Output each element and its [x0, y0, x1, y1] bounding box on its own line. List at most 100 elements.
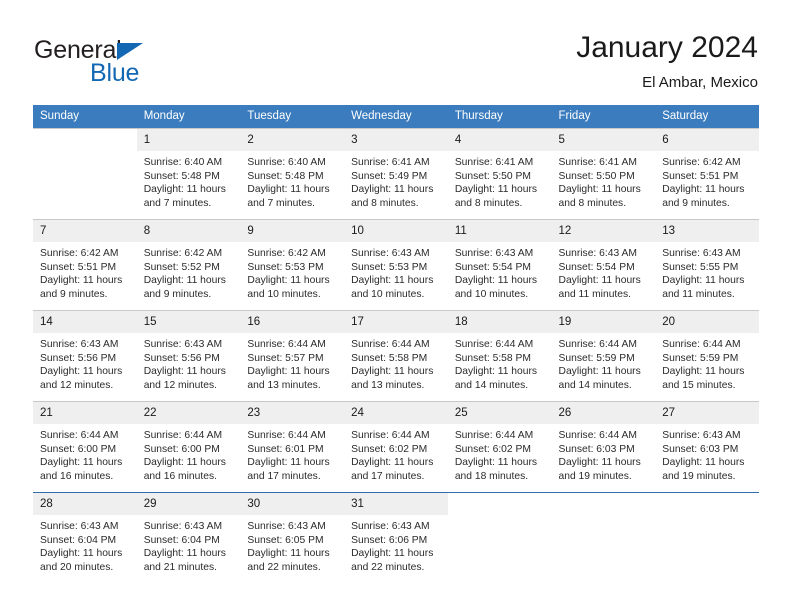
daylight-text-line1: Daylight: 11 hours	[662, 184, 745, 196]
sunrise-text: Sunrise: 6:43 AM	[351, 248, 430, 259]
sunset-text: Sunset: 5:50 PM	[454, 170, 531, 182]
day-number: 19	[551, 311, 656, 333]
day-number: 31	[344, 493, 448, 515]
calendar-day-cell[interactable]: 11 Sunrise: 6:43 AM Sunset: 5:54 PM Dayligh…	[447, 219, 552, 311]
sunset-text: Sunset: 6:02 PM	[454, 443, 531, 455]
sunrise-text: Sunrise: 6:42 AM	[40, 248, 119, 259]
calendar-day-cell[interactable]: 13 Sunrise: 6:43 AM Sunset: 5:55 PM Dayligh…	[655, 219, 759, 311]
general-blue-logo[interactable]: General Blue	[34, 36, 254, 92]
calendar-day-cell[interactable]: 9 Sunrise: 6:42 AM Sunset: 5:53 PM Daylight…	[240, 219, 345, 311]
sunrise-text: Sunrise: 6:44 AM	[247, 430, 326, 441]
sunrise-text: Sunrise: 6:44 AM	[558, 430, 637, 441]
day-number: 22	[136, 402, 241, 424]
daylight-text-line2: and 10 minutes.	[247, 288, 321, 300]
daylight-text-line1: Daylight: 11 hours	[143, 457, 226, 469]
calendar-day-cell[interactable]: 3 Sunrise: 6:41 AM Sunset: 5:49 PM Daylight…	[344, 128, 448, 220]
calendar-day-cell[interactable]: 18 Sunrise: 6:44 AM Sunset: 5:58 PM Dayligh…	[447, 310, 552, 402]
sunset-text: Sunset: 5:51 PM	[40, 261, 117, 273]
sunset-text: Sunset: 5:55 PM	[662, 261, 739, 273]
sunrise-text: Sunrise: 6:44 AM	[351, 430, 430, 441]
sunrise-text: Sunrise: 6:43 AM	[662, 430, 741, 441]
daylight-text-line2: and 16 minutes.	[40, 470, 114, 482]
daylight-text-line2: and 9 minutes.	[143, 288, 212, 300]
daylight-text-line2: and 10 minutes.	[454, 288, 529, 300]
calendar-day-cell[interactable]: 26 Sunrise: 6:44 AM Sunset: 6:03 PM Dayligh…	[551, 401, 656, 493]
daylight-text-line2: and 17 minutes.	[351, 470, 425, 482]
calendar-body: 1 Sunrise: 6:40 AM Sunset: 5:48 PM Daylight…	[33, 128, 759, 582]
calendar-day-cell[interactable]: 30 Sunrise: 6:43 AM Sunset: 6:05 PM Dayligh…	[240, 492, 345, 582]
sunset-text: Sunset: 5:54 PM	[454, 261, 531, 273]
sunset-text: Sunset: 5:54 PM	[558, 261, 635, 273]
calendar-day-cell[interactable]: 12 Sunrise: 6:43 AM Sunset: 5:54 PM Dayligh…	[551, 219, 656, 311]
sunset-text: Sunset: 5:59 PM	[558, 352, 635, 364]
calendar-day-cell[interactable]: 8 Sunrise: 6:42 AM Sunset: 5:52 PM Daylight…	[136, 219, 241, 311]
day-number: 28	[33, 493, 137, 515]
sunset-text: Sunset: 5:53 PM	[247, 261, 324, 273]
calendar-day-cell[interactable]: 24 Sunrise: 6:44 AM Sunset: 6:02 PM Dayligh…	[344, 401, 448, 493]
day-details: Sunrise: 6:42 AM Sunset: 5:52 PM Daylight:…	[137, 242, 241, 301]
daylight-text-line1: Daylight: 11 hours	[351, 366, 434, 378]
calendar-day-cell[interactable]: 4 Sunrise: 6:41 AM Sunset: 5:50 PM Daylight…	[447, 128, 552, 220]
calendar-day-cell[interactable]: 5 Sunrise: 6:41 AM Sunset: 5:50 PM Daylight…	[551, 128, 656, 220]
sunset-text: Sunset: 6:02 PM	[351, 443, 428, 455]
day-number: 5	[551, 129, 656, 151]
calendar-day-cell[interactable]: 15 Sunrise: 6:43 AM Sunset: 5:56 PM Dayligh…	[136, 310, 241, 402]
day-details: Sunrise: 6:41 AM Sunset: 5:50 PM Daylight:…	[448, 151, 552, 210]
day-number: 9	[240, 220, 345, 242]
calendar-week-row: 7 Sunrise: 6:42 AM Sunset: 5:51 PM Daylight…	[33, 219, 759, 311]
day-details: Sunrise: 6:44 AM Sunset: 6:00 PM Daylight:…	[137, 424, 241, 483]
calendar-day-cell[interactable]: 6 Sunrise: 6:42 AM Sunset: 5:51 PM Daylight…	[655, 128, 759, 220]
daylight-text-line2: and 14 minutes.	[558, 379, 632, 391]
sunrise-text: Sunrise: 6:44 AM	[558, 339, 637, 350]
calendar-day-cell[interactable]: 1 Sunrise: 6:40 AM Sunset: 5:48 PM Daylight…	[136, 128, 241, 220]
day-details: Sunrise: 6:43 AM Sunset: 6:04 PM Daylight:…	[33, 515, 137, 574]
sunset-text: Sunset: 5:53 PM	[351, 261, 428, 273]
daylight-text-line1: Daylight: 11 hours	[351, 548, 434, 560]
calendar-day-cell[interactable]: 23 Sunrise: 6:44 AM Sunset: 6:01 PM Dayligh…	[240, 401, 345, 493]
weekday-header-friday: Friday	[551, 105, 656, 129]
calendar-day-cell[interactable]: 22 Sunrise: 6:44 AM Sunset: 6:00 PM Dayligh…	[136, 401, 241, 493]
logo-text-blue: Blue	[90, 59, 140, 87]
calendar-day-cell[interactable]: 29 Sunrise: 6:43 AM Sunset: 6:04 PM Dayligh…	[136, 492, 241, 582]
calendar-day-cell[interactable]: 17 Sunrise: 6:44 AM Sunset: 5:58 PM Dayligh…	[344, 310, 448, 402]
day-number: 18	[447, 311, 552, 333]
daylight-text-line1: Daylight: 11 hours	[351, 275, 434, 287]
title-block: January 2024 El Ambar, Mexico	[576, 30, 758, 94]
sunrise-text: Sunrise: 6:43 AM	[662, 248, 741, 259]
location-subtitle: El Ambar, Mexico	[642, 74, 758, 91]
calendar-day-cell[interactable]: 16 Sunrise: 6:44 AM Sunset: 5:57 PM Dayligh…	[240, 310, 345, 402]
calendar-day-cell[interactable]: 10 Sunrise: 6:43 AM Sunset: 5:53 PM Dayligh…	[344, 219, 448, 311]
daylight-text-line1: Daylight: 11 hours	[662, 457, 745, 469]
calendar-day-cell[interactable]: 21 Sunrise: 6:44 AM Sunset: 6:00 PM Dayligh…	[33, 401, 137, 493]
calendar-day-cell[interactable]: 27 Sunrise: 6:43 AM Sunset: 6:03 PM Dayligh…	[655, 401, 759, 493]
calendar-day-cell[interactable]: 31 Sunrise: 6:43 AM Sunset: 6:06 PM Dayligh…	[344, 492, 448, 582]
calendar-day-cell[interactable]: 19 Sunrise: 6:44 AM Sunset: 5:59 PM Dayligh…	[551, 310, 656, 402]
calendar-day-cell[interactable]: 7 Sunrise: 6:42 AM Sunset: 5:51 PM Daylight…	[33, 219, 137, 311]
calendar-day-cell[interactable]: 2 Sunrise: 6:40 AM Sunset: 5:48 PM Daylight…	[240, 128, 345, 220]
daylight-text-line1: Daylight: 11 hours	[454, 275, 538, 287]
daylight-text-line1: Daylight: 11 hours	[558, 457, 641, 469]
calendar-table: Sunday Monday Tuesday Wednesday Thursday…	[33, 105, 759, 582]
sunrise-text: Sunrise: 6:42 AM	[662, 157, 741, 168]
calendar-day-cell[interactable]: 28 Sunrise: 6:43 AM Sunset: 6:04 PM Dayligh…	[33, 492, 137, 582]
sunrise-text: Sunrise: 6:43 AM	[40, 521, 119, 532]
calendar-day-cell[interactable]: 14 Sunrise: 6:43 AM Sunset: 5:56 PM Dayligh…	[33, 310, 137, 402]
sunrise-text: Sunrise: 6:42 AM	[143, 248, 223, 259]
day-number: 14	[33, 311, 137, 333]
day-number: 20	[655, 311, 759, 333]
sunrise-text: Sunrise: 6:44 AM	[351, 339, 430, 350]
daylight-text-line2: and 18 minutes.	[454, 470, 529, 482]
daylight-text-line1: Daylight: 11 hours	[558, 184, 641, 196]
sunrise-text: Sunrise: 6:44 AM	[247, 339, 326, 350]
sunrise-text: Sunrise: 6:42 AM	[247, 248, 326, 259]
sunset-text: Sunset: 5:58 PM	[351, 352, 428, 364]
calendar-day-cell[interactable]: 20 Sunrise: 6:44 AM Sunset: 5:59 PM Dayligh…	[655, 310, 759, 402]
sunset-text: Sunset: 5:51 PM	[662, 170, 739, 182]
daylight-text-line1: Daylight: 11 hours	[558, 366, 641, 378]
sunrise-text: Sunrise: 6:44 AM	[40, 430, 119, 441]
sunset-text: Sunset: 6:04 PM	[143, 534, 220, 546]
day-details: Sunrise: 6:42 AM Sunset: 5:51 PM Daylight:…	[655, 151, 759, 210]
daylight-text-line1: Daylight: 11 hours	[247, 457, 330, 469]
calendar-day-cell[interactable]: 25 Sunrise: 6:44 AM Sunset: 6:02 PM Dayligh…	[447, 401, 552, 493]
day-number	[33, 129, 137, 151]
